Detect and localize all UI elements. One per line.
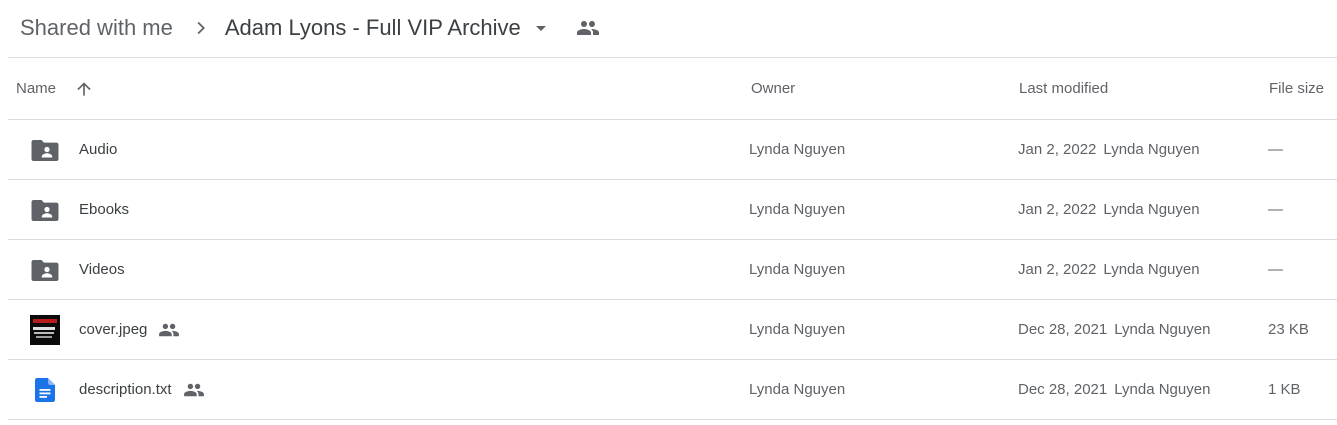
modified-date: Jan 2, 2022 [1018,141,1097,158]
people-icon[interactable] [575,16,601,40]
file-size: 23 KB [1268,321,1309,338]
table-header: Name Owner Last modified File size [8,58,1337,120]
file-size: 1 KB [1268,381,1301,398]
file-name[interactable]: Ebooks [79,180,129,239]
file-list: Name Owner Last modified File size Audio… [8,58,1337,420]
file-name[interactable]: description.txt [79,381,172,398]
chevron-right-icon [191,18,211,38]
file-name-cell: cover.jpeg [79,300,180,359]
shared-folder-icon [30,180,60,239]
shared-folder-icon [30,120,60,179]
file-name[interactable]: Audio [79,120,117,179]
file-size: — [1268,201,1283,218]
table-row[interactable]: Audio Lynda Nguyen Jan 2, 2022 Lynda Ngu… [8,120,1337,180]
image-thumbnail [30,300,60,359]
column-header-name[interactable]: Name [16,58,94,119]
column-header-name-label: Name [16,80,57,97]
file-owner: Lynda Nguyen [749,381,846,398]
modified-date: Jan 2, 2022 [1018,201,1097,218]
caret-down-icon[interactable] [529,16,553,40]
column-header-last-modified[interactable]: Last modified [1019,58,1108,119]
modified-by: Lynda Nguyen [1114,321,1211,338]
modified-by: Lynda Nguyen [1114,381,1211,398]
people-icon [158,321,180,339]
modified-date: Dec 28, 2021 [1018,321,1108,338]
file-last-modified: Jan 2, 2022 Lynda Nguyen [1018,180,1200,239]
file-name-cell: description.txt [79,360,205,419]
breadcrumb: Shared with me Adam Lyons - Full VIP Arc… [20,8,601,48]
current-folder-label: Adam Lyons - Full VIP Archive [224,15,521,40]
docs-icon [30,360,60,419]
shared-folder-icon [30,240,60,299]
file-owner: Lynda Nguyen [749,141,846,158]
file-name[interactable]: Videos [79,240,125,299]
drive-file-browser: Shared with me Adam Lyons - Full VIP Arc… [0,0,1337,425]
modified-by: Lynda Nguyen [1103,141,1200,158]
file-size: — [1268,261,1283,278]
table-row[interactable]: Ebooks Lynda Nguyen Jan 2, 2022 Lynda Ng… [8,180,1337,240]
modified-date: Jan 2, 2022 [1018,261,1097,278]
file-size: — [1268,141,1283,158]
file-last-modified: Jan 2, 2022 Lynda Nguyen [1018,120,1200,179]
file-owner: Lynda Nguyen [749,321,846,338]
table-row[interactable]: description.txt Lynda Nguyen Dec 28, 202… [8,360,1337,420]
modified-date: Dec 28, 2021 [1018,381,1108,398]
column-header-file-size[interactable]: File size [1269,58,1324,119]
file-owner: Lynda Nguyen [749,201,846,218]
table-row[interactable]: Videos Lynda Nguyen Jan 2, 2022 Lynda Ng… [8,240,1337,300]
table-row[interactable]: cover.jpeg Lynda Nguyen Dec 28, 2021 Lyn… [8,300,1337,360]
file-name[interactable]: cover.jpeg [79,321,147,338]
file-last-modified: Jan 2, 2022 Lynda Nguyen [1018,240,1200,299]
breadcrumb-current-folder[interactable]: Adam Lyons - Full VIP Archive [225,15,553,41]
arrow-up-icon[interactable] [74,79,94,99]
modified-by: Lynda Nguyen [1103,201,1200,218]
column-header-owner[interactable]: Owner [751,58,795,119]
file-last-modified: Dec 28, 2021 Lynda Nguyen [1018,300,1210,359]
people-icon [183,381,205,399]
file-last-modified: Dec 28, 2021 Lynda Nguyen [1018,360,1210,419]
cover-thumbnail-image [30,314,60,345]
file-owner: Lynda Nguyen [749,261,846,278]
modified-by: Lynda Nguyen [1103,261,1200,278]
breadcrumb-shared-with-me[interactable]: Shared with me [20,13,173,43]
